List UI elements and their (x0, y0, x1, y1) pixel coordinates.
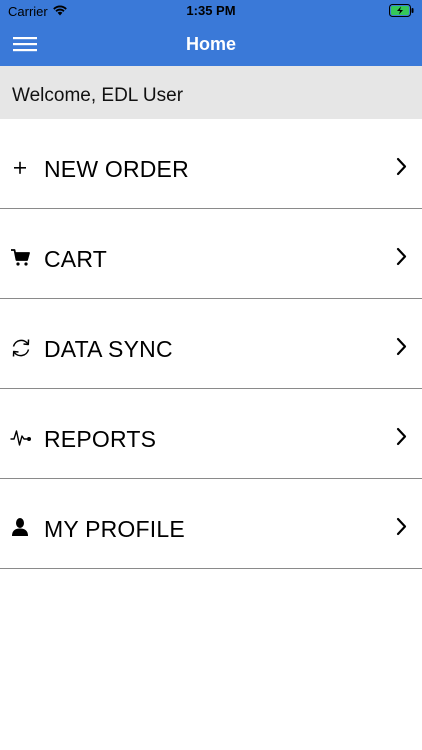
chevron-right-icon (396, 157, 408, 177)
pulse-icon (10, 427, 32, 449)
menu-item-label: MY PROFILE (44, 516, 185, 542)
menu-item-label: DATA SYNC (44, 336, 173, 362)
menu-item-data-sync[interactable]: DATA SYNC (0, 299, 422, 389)
chevron-right-icon (396, 337, 408, 357)
chevron-right-icon (396, 247, 408, 267)
menu-item-label: NEW ORDER (44, 156, 189, 182)
menu-item-label: REPORTS (44, 426, 157, 452)
menu-item-new-order[interactable]: NEW ORDER (0, 119, 422, 209)
menu-item-reports[interactable]: REPORTS (0, 389, 422, 479)
menu-item-label: CART (44, 246, 107, 272)
navigation-bar: Home (0, 22, 422, 66)
status-time: 1:35 PM (186, 3, 236, 18)
chevron-right-icon (396, 427, 408, 447)
menu-item-my-profile[interactable]: MY PROFILE (0, 479, 422, 569)
welcome-text: Welcome, EDL User (12, 85, 184, 106)
sync-icon (10, 337, 32, 359)
battery-charging-icon (389, 4, 414, 17)
cart-icon (10, 247, 32, 269)
page-title: Home (185, 34, 236, 54)
hamburger-menu-icon[interactable] (10, 31, 40, 57)
chevron-right-icon (396, 517, 408, 537)
menu-item-cart[interactable]: CART (0, 209, 422, 299)
user-icon (10, 517, 32, 539)
welcome-banner: Welcome, EDL User (0, 66, 422, 119)
plus-icon (10, 157, 32, 179)
status-bar: Carrier 1:35 PM (0, 0, 422, 22)
home-menu-list: NEW ORDER CART DATA SYNC REPORTS MY PROF… (0, 119, 422, 569)
